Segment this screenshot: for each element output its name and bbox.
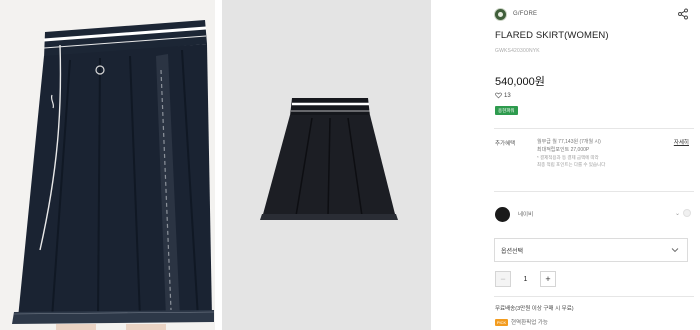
quantity-increase-button[interactable]: + bbox=[540, 271, 556, 287]
like-count: 13 bbox=[504, 92, 511, 99]
option-select[interactable]: 옵션선택 bbox=[494, 238, 688, 262]
share-icon[interactable] bbox=[677, 8, 689, 20]
color-swatch[interactable] bbox=[495, 206, 510, 222]
benefit-label: 추가혜택 bbox=[495, 141, 516, 147]
option-select-placeholder: 옵션선택 bbox=[501, 248, 524, 255]
status-badge: 용현파워 bbox=[495, 106, 518, 115]
quantity-value[interactable]: 1 bbox=[511, 276, 540, 283]
color-toggle[interactable]: ⌄ bbox=[675, 209, 691, 217]
divider bbox=[494, 191, 694, 192]
benefit-note-1: * 결제적용과 등 결제 금액에 따라 bbox=[537, 155, 599, 160]
color-selector[interactable]: 네이비 ⌄ bbox=[494, 205, 694, 223]
benefit-points: 최대적립포인트 27,000P bbox=[537, 147, 590, 153]
product-price: 540,000원 bbox=[495, 76, 545, 88]
pickup-text: 현역환픽업 가능 bbox=[511, 320, 548, 326]
brand-row[interactable]: G/FORE bbox=[494, 6, 694, 22]
chevron-down-icon: ⌄ bbox=[674, 210, 680, 217]
divider bbox=[494, 128, 694, 129]
divider bbox=[494, 296, 694, 297]
product-title: FLARED SKIRT(WOMEN) bbox=[495, 30, 609, 41]
product-code: GWKS420300NYK bbox=[495, 48, 540, 54]
quantity-decrease-button[interactable]: − bbox=[495, 271, 511, 287]
benefit-installment: 월무급 월 77,143원 (7개월 시) bbox=[537, 139, 601, 145]
pickup-info: PICK 현역환픽업 가능 bbox=[495, 318, 548, 326]
like-button[interactable]: 13 bbox=[495, 92, 511, 99]
benefit-note-2: 최종 적립 포인트는 다를 수 있습니다 bbox=[537, 162, 606, 167]
model-skirt-image bbox=[0, 0, 215, 330]
product-photo-model[interactable] bbox=[0, 0, 215, 330]
chevron-down-icon bbox=[671, 248, 679, 253]
benefit-lines: 월무급 월 77,143원 (7개월 시) 최대적립포인트 27,000P * … bbox=[537, 138, 667, 168]
brand-name[interactable]: G/FORE bbox=[513, 11, 537, 17]
pickup-icon: PICK bbox=[495, 318, 508, 326]
flat-skirt-image bbox=[222, 0, 431, 330]
product-photo-flat[interactable] bbox=[222, 0, 431, 330]
quantity-stepper: − 1 + bbox=[495, 271, 556, 287]
brand-logo-icon[interactable] bbox=[494, 7, 507, 21]
heart-icon bbox=[495, 92, 502, 99]
shipping-info: 무료배송(3만원 이상 구매 시 무료) bbox=[495, 306, 574, 312]
color-name: 네이비 bbox=[518, 212, 534, 218]
benefit-detail-link[interactable]: 자세히 bbox=[674, 138, 689, 146]
product-info-panel: G/FORE FLARED SKIRT(WOMEN) GWKS420300NYK… bbox=[494, 0, 694, 330]
color-dot bbox=[683, 209, 691, 217]
